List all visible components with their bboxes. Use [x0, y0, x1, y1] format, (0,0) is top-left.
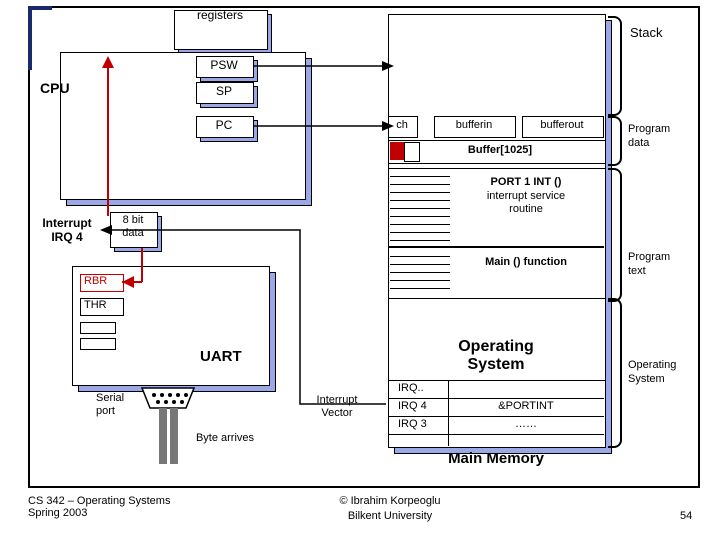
stack-label: Stack — [630, 25, 663, 40]
red-arrow-cpu — [100, 56, 116, 216]
registers-label: registers — [174, 8, 266, 22]
footer-credit2: Bilkent University — [300, 510, 480, 522]
pc-label: PC — [196, 118, 252, 132]
interrupt-irq: IRQ 4 — [51, 230, 82, 244]
psw-to-mem-arrow — [254, 60, 394, 150]
os-title-1: Operating — [388, 338, 604, 356]
portint-handler: &PORTINT — [452, 400, 600, 412]
bufferin-label: bufferin — [434, 119, 514, 131]
irq-top: IRQ.. — [398, 382, 424, 394]
ivec-to-irq-arrow — [100, 224, 390, 410]
buffer-array-label: Buffer[1025] — [440, 144, 560, 156]
psw-label: PSW — [196, 58, 252, 72]
port1int-label: PORT 1 INT () — [456, 176, 596, 188]
irq3-row: IRQ 3 — [398, 418, 427, 430]
irq4-row: IRQ 4 — [398, 400, 427, 412]
program-text-label: Program text — [628, 250, 670, 278]
main-fn-label: Main () function — [456, 256, 596, 268]
cpu-title: CPU — [40, 80, 70, 96]
footer-credit1: © Ibrahim Korpeoglu — [300, 495, 480, 507]
os-side-label: Operating System — [628, 358, 676, 386]
os-title-2: System — [388, 356, 604, 374]
interrupt-word: Interrupt — [42, 216, 91, 230]
isr-label: interrupt service routine — [456, 190, 596, 216]
program-data-label: Program data — [628, 122, 670, 150]
main-memory-label: Main Memory — [388, 450, 604, 467]
interrupt-label: Interrupt IRQ 4 — [34, 216, 100, 244]
bufferout-label: bufferout — [522, 119, 602, 131]
footer-page: 54 — [680, 510, 692, 522]
sp-label: SP — [196, 84, 252, 98]
byte-arrives-label: Byte arrives — [180, 432, 270, 444]
ivec-dots: …… — [452, 418, 600, 430]
